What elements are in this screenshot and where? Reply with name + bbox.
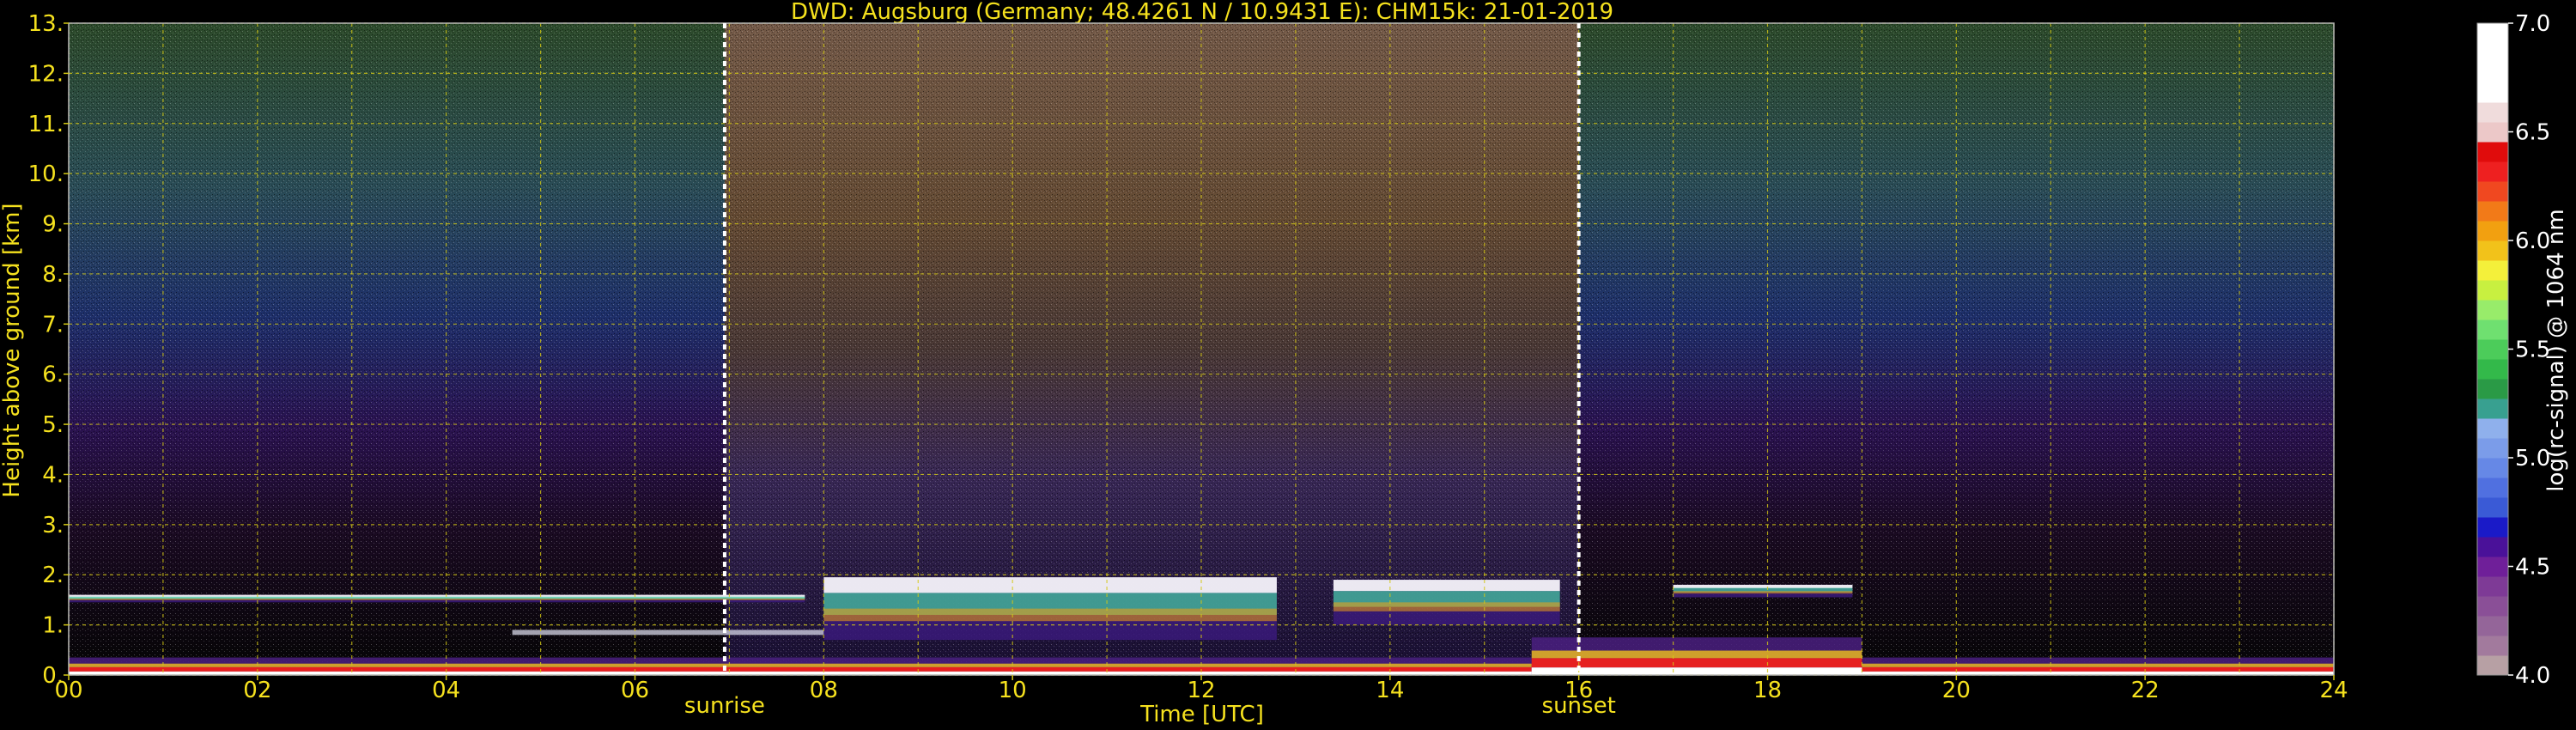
colorbar-segment xyxy=(2477,240,2508,261)
cloud-layer-core-2 xyxy=(823,608,1277,622)
y-tick-label: 2. xyxy=(42,563,64,588)
y-tick-label: 11. xyxy=(28,112,64,137)
y-axis: 0. 1. 2. 3. 4. 5. 6. 7. 8. 9. 10. 11. 12. 13. xyxy=(28,11,69,689)
x-tick-label: 06 xyxy=(621,678,649,703)
colorbar-segment xyxy=(2477,517,2508,538)
x-tick-label: 10 xyxy=(999,678,1027,703)
colorbar-segment xyxy=(2477,458,2508,478)
colorbar-segment xyxy=(2477,438,2508,459)
ceilometer-chart: DWD: Augsburg (Germany; 48.4261 N / 10.9… xyxy=(0,0,2569,727)
aerosol-layer-1 xyxy=(512,630,824,636)
colorbar-segment xyxy=(2477,398,2508,419)
y-tick-label: 4. xyxy=(42,462,64,488)
colorbar-tick-label: 7.0 xyxy=(2515,11,2550,37)
cloud-layer-top-2 xyxy=(823,577,1277,593)
colorbar-segment xyxy=(2477,300,2508,320)
y-tick-label: 5. xyxy=(42,412,64,438)
colorbar-segment xyxy=(2477,122,2508,143)
y-tick-label: 6. xyxy=(42,362,64,388)
y-tick-label: 7. xyxy=(42,312,64,338)
colorbar-segment xyxy=(2477,221,2508,241)
colorbar-segment xyxy=(2477,478,2508,498)
x-axis-label: Time [UTC] xyxy=(1139,702,1264,727)
colorbar-segment xyxy=(2477,142,2508,162)
colorbar-segment xyxy=(2477,497,2508,518)
colorbar-segment xyxy=(2477,280,2508,301)
colorbar-segment xyxy=(2477,102,2508,123)
colorbar-segment xyxy=(2477,161,2508,182)
colorbar-segment xyxy=(2477,260,2508,281)
colorbar-segment xyxy=(2477,43,2508,64)
colorbar-segment xyxy=(2477,596,2508,617)
cloud-layer-top-3 xyxy=(1333,580,1560,592)
y-tick-label: 9. xyxy=(42,212,64,238)
colorbar-segment xyxy=(2477,359,2508,380)
colorbar-segment xyxy=(2477,339,2508,360)
colorbar-segment xyxy=(2477,23,2508,44)
x-tick-label: 16 xyxy=(1564,678,1593,703)
boundary-layer-edge-6 xyxy=(1531,650,1862,659)
colorbar: 4.04.55.05.56.06.57.0 xyxy=(2476,11,2550,689)
boundary-layer-core-6 xyxy=(1531,658,1862,668)
y-axis-label: Height above ground [km] xyxy=(0,203,25,497)
cloud-layer-core-0 xyxy=(69,598,805,600)
x-tick-label: 04 xyxy=(432,678,460,703)
colorbar-segment xyxy=(2477,557,2508,577)
x-tick-label: 24 xyxy=(2319,678,2348,703)
colorbar-segment xyxy=(2477,418,2508,439)
colorbar-segment xyxy=(2477,537,2508,557)
y-tick-label: 10. xyxy=(28,161,64,187)
y-tick-label: 1. xyxy=(42,613,64,639)
chart-title: DWD: Augsburg (Germany; 48.4261 N / 10.9… xyxy=(791,0,1613,25)
y-tick-label: 3. xyxy=(42,513,64,538)
x-axis: 00 02 04 06 08 10 12 14 16 18 20 22 24 xyxy=(54,675,2348,703)
x-tick-label: 20 xyxy=(1942,678,1971,703)
x-tick-label: 12 xyxy=(1187,678,1215,703)
cloud-layer-core-3 xyxy=(1333,602,1560,611)
y-tick-label: 13. xyxy=(28,11,64,37)
y-tick-label: 12. xyxy=(28,61,64,87)
colorbar-segment xyxy=(2477,655,2508,676)
colorbar-segment xyxy=(2477,616,2508,636)
colorbar-label: log(rc-signal) @ 1064 nm xyxy=(2543,209,2569,491)
colorbar-segment xyxy=(2477,82,2508,103)
colorbar-segment xyxy=(2477,636,2508,656)
x-tick-label: 08 xyxy=(810,678,838,703)
y-tick-label: 0. xyxy=(42,663,64,689)
cloud-layer-core-4 xyxy=(1673,591,1853,594)
colorbar-segment xyxy=(2477,576,2508,597)
boundary-layer-top-6 xyxy=(1531,667,1862,675)
colorbar-tick-label: 4.0 xyxy=(2515,663,2550,689)
x-tick-label: 02 xyxy=(243,678,271,703)
colorbar-segment xyxy=(2477,319,2508,340)
x-tick-label: 14 xyxy=(1376,678,1404,703)
colorbar-segment xyxy=(2477,201,2508,222)
colorbar-segment xyxy=(2477,181,2508,202)
colorbar-segment xyxy=(2477,379,2508,399)
cloud-layer-top-4 xyxy=(1673,584,1853,588)
x-tick-label: 18 xyxy=(1753,678,1782,703)
x-tick-label: 22 xyxy=(2131,678,2160,703)
colorbar-tick-label: 6.5 xyxy=(2515,120,2550,146)
colorbar-segment xyxy=(2477,63,2508,83)
sunrise-label: sunrise xyxy=(684,693,765,719)
colorbar-tick-label: 4.5 xyxy=(2515,555,2550,581)
y-tick-label: 8. xyxy=(42,262,64,288)
